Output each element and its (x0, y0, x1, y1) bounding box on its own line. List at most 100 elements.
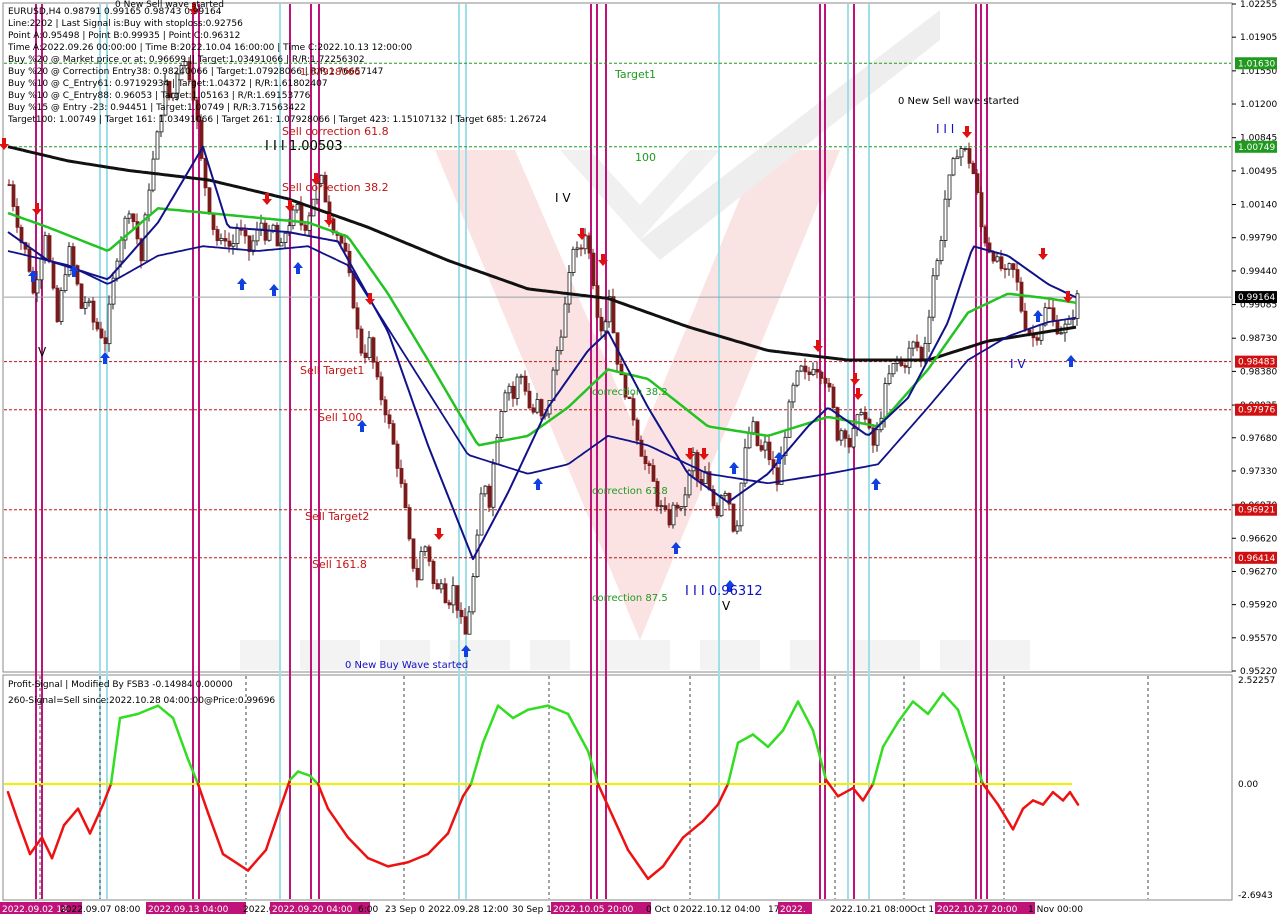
candle-bull (147, 189, 152, 216)
candle-bull (451, 585, 456, 606)
header-line-7: Buy %10 @ C_Entry88: 0.96053 | Target:1.… (8, 91, 311, 101)
time-label: 2022.09.28 12:00 (428, 905, 509, 915)
time-label: Oct 1 (910, 905, 934, 915)
candle-bull (283, 232, 288, 243)
label-target1: Target1 (614, 68, 656, 81)
candle-bull (295, 204, 300, 211)
candle-bear (531, 407, 536, 413)
price-tick-label: 1.00140 (1240, 201, 1277, 211)
price-tick-label: 0.97680 (1240, 434, 1277, 444)
price-tag-label: 0.98483 (1238, 358, 1275, 368)
candle-bear (731, 503, 736, 532)
candle-bull (231, 243, 236, 247)
candle-bear (539, 399, 544, 417)
candle-bull (963, 148, 968, 150)
candle-bear (447, 602, 452, 606)
candle-bear (667, 509, 672, 526)
time-label: 0 Oct 0 (646, 905, 679, 915)
candle-bull (911, 341, 916, 349)
candle-bull (943, 198, 948, 241)
time-label: 30 Sep 1 (512, 905, 552, 915)
candle-bull (743, 447, 748, 484)
candle-bear (843, 430, 848, 439)
candle-bear (207, 187, 212, 214)
candle-bear (351, 272, 356, 309)
candle-bear (971, 162, 976, 175)
label-sell-correction-618: Sell correction 61.8 (282, 125, 389, 138)
candle-bear (523, 375, 528, 392)
candle-bear (383, 399, 388, 416)
candle-bear (807, 371, 812, 375)
price-chart[interactable]: 1.022551.019051.015501.012001.008451.004… (0, 0, 1280, 920)
candle-bear (1047, 307, 1052, 310)
candle-bull (735, 525, 740, 532)
candle-bear (399, 467, 404, 484)
price-tick-label: 0.95570 (1240, 634, 1277, 644)
candle-bear (415, 567, 420, 581)
price-tag-label: 0.99164 (1238, 293, 1275, 303)
candle-bull (367, 337, 372, 358)
candle-bull (567, 272, 572, 305)
header-line-1: Line:2202 | Last Signal is:Buy with stop… (8, 19, 243, 29)
indicator-tick-label: -2.6943 (1238, 891, 1273, 901)
candle-bear (827, 382, 832, 388)
candle-bull (423, 546, 428, 552)
candle-bear (999, 256, 1004, 270)
candle-bull (799, 365, 804, 372)
price-tick-label: 0.99790 (1240, 234, 1277, 244)
label-wave-v-left: V (38, 345, 47, 359)
candle-bull (119, 239, 124, 262)
candle-bull (1059, 332, 1064, 335)
candle-bull (439, 583, 444, 590)
candle-bear (991, 251, 996, 262)
candle-bear (1027, 329, 1032, 334)
label-wave-iii-right: I I I (936, 122, 954, 136)
candle-bull (811, 368, 816, 375)
candle-bear (487, 485, 492, 508)
candle-bull (951, 158, 956, 176)
candle-bull (839, 430, 844, 441)
candle-bull (995, 256, 1000, 262)
candle-bear (459, 609, 464, 618)
candle-bear (1051, 307, 1056, 322)
candle-bull (659, 505, 664, 508)
label-target-fib: 1.07928066 (300, 67, 360, 78)
candle-bear (27, 248, 32, 272)
candle-bear (767, 441, 772, 461)
candle-bull (35, 279, 40, 294)
candle-bear (715, 505, 720, 517)
candle-bull (491, 463, 496, 508)
candle-bear (375, 361, 380, 378)
candle-bear (435, 583, 440, 590)
candle-bear (431, 560, 436, 585)
indicator-tick-label: 2.52257 (1238, 676, 1275, 686)
price-tick-label: 0.98730 (1240, 334, 1277, 344)
header-line-2: Point A:0.95498 | Point B:0.99935 | Poin… (8, 31, 240, 41)
candle-bear (511, 385, 516, 399)
candle-bull (551, 369, 556, 401)
candle-bear (275, 224, 280, 247)
time-label: 2022.09.13 04:00 (148, 905, 229, 915)
candle-bull (507, 385, 512, 394)
candle-bull (515, 376, 520, 399)
candle-bull (907, 347, 912, 368)
candle-bear (695, 452, 700, 480)
candle-bear (203, 158, 208, 189)
candle-bear (411, 538, 416, 569)
candle-bear (1019, 281, 1024, 312)
price-tag-label: 0.96414 (1238, 554, 1275, 564)
candle-bull (751, 421, 756, 434)
candle-bear (527, 390, 532, 409)
candle-bear (95, 321, 100, 330)
price-tick-label: 0.95920 (1240, 601, 1277, 611)
time-label: 6:00 (358, 905, 378, 915)
candle-bear (847, 437, 852, 448)
candle-bear (579, 247, 584, 250)
header-line-9: Target100: 1.00749 | Target 161: 1.03491… (7, 115, 547, 125)
candle-bear (223, 238, 228, 242)
price-tick-label: 1.02255 (1240, 0, 1277, 10)
candle-bull (959, 148, 964, 158)
candle-bear (635, 419, 640, 441)
time-label: 1 Nov 00:00 (1028, 905, 1083, 915)
candle-bear (227, 240, 232, 247)
